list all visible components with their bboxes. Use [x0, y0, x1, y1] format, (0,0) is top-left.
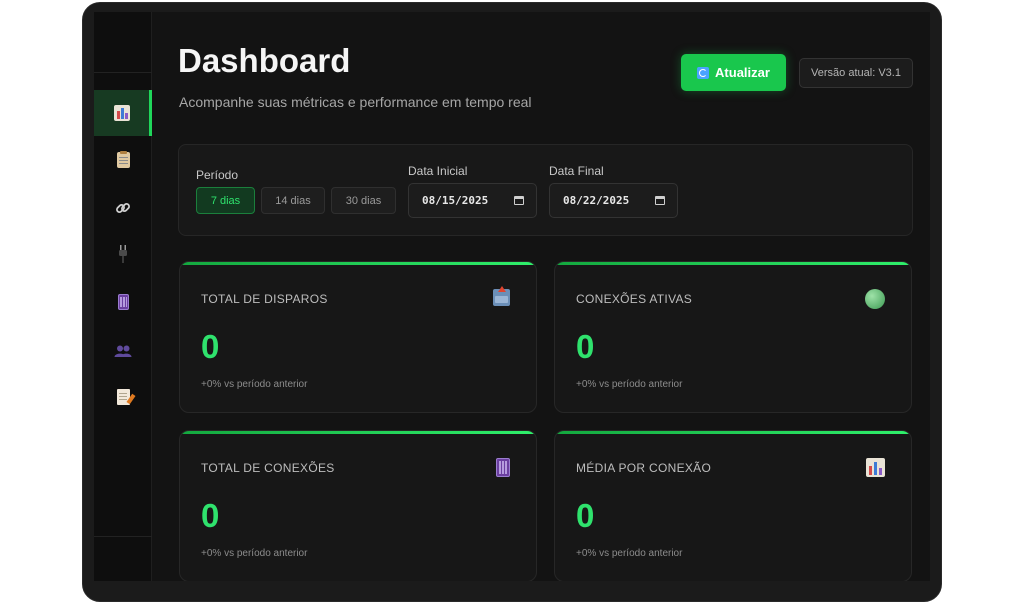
metric-note: +0% vs período anterior	[201, 379, 308, 390]
metric-label: TOTAL DE DISPAROS	[201, 292, 328, 306]
green-circle-icon	[865, 289, 885, 309]
metric-note: +0% vs período anterior	[576, 379, 683, 390]
page-subtitle: Acompanhe suas métricas e performance em…	[179, 94, 532, 110]
outbox-icon	[493, 286, 510, 306]
users-icon	[114, 345, 132, 357]
refresh-button[interactable]: Atualizar	[681, 54, 786, 91]
sidebar-divider	[94, 72, 152, 73]
period-label: Período	[196, 168, 239, 182]
sidebar-item-dashboard[interactable]	[94, 90, 152, 136]
metric-label: TOTAL DE CONEXÕES	[201, 461, 335, 475]
metric-value: 0	[576, 328, 595, 365]
calendar-icon[interactable]	[655, 196, 665, 205]
end-date-label: Data Final	[549, 164, 604, 178]
period-14-days-button[interactable]: 14 dias	[261, 187, 325, 214]
metric-card-active-connections: CONEXÕES ATIVAS 0 +0% vs período anterio…	[554, 261, 912, 413]
metric-value: 0	[201, 497, 220, 534]
start-date-value: 08/15/2025	[422, 194, 489, 207]
clipboard-icon	[116, 151, 130, 168]
metric-value: 0	[576, 497, 595, 534]
period-30-days-button[interactable]: 30 dias	[331, 187, 396, 214]
start-date-input[interactable]: 08/15/2025	[408, 183, 537, 218]
memo-icon	[116, 389, 130, 405]
metric-label: CONEXÕES ATIVAS	[576, 292, 693, 306]
end-date-value: 08/22/2025	[563, 194, 630, 207]
bar-chart-icon	[866, 458, 885, 477]
sidebar	[94, 12, 152, 581]
metric-value: 0	[201, 328, 220, 365]
phone-icon	[496, 458, 510, 477]
plug-icon	[119, 245, 127, 263]
phone-icon	[117, 294, 129, 310]
metric-label: MÉDIA POR CONEXÃO	[576, 461, 712, 475]
refresh-icon	[697, 66, 710, 79]
link-icon	[116, 203, 130, 213]
period-7-days-button[interactable]: 7 dias	[196, 187, 255, 214]
metric-card-total-dispatches: TOTAL DE DISPAROS 0 +0% vs período anter…	[179, 261, 537, 413]
sidebar-item-users[interactable]	[94, 328, 152, 374]
bar-chart-icon	[113, 105, 130, 121]
sidebar-item-logs[interactable]	[94, 374, 152, 420]
version-badge: Versão atual: V3.1	[799, 58, 913, 88]
metric-card-total-connections: TOTAL DE CONEXÕES 0 +0% vs período anter…	[179, 430, 537, 581]
metric-card-average-per-connection: MÉDIA POR CONEXÃO 0 +0% vs período anter…	[554, 430, 912, 581]
metric-note: +0% vs período anterior	[201, 548, 308, 559]
start-date-label: Data Inicial	[408, 164, 468, 178]
app-window: Dashboard Acompanhe suas métricas e perf…	[94, 12, 930, 581]
page-title: Dashboard	[178, 42, 351, 79]
sidebar-item-reports[interactable]	[94, 137, 152, 183]
metric-note: +0% vs período anterior	[576, 548, 683, 559]
calendar-icon[interactable]	[514, 196, 524, 205]
filter-panel: Período 7 dias 14 dias 30 dias Data Inic…	[178, 144, 913, 236]
sidebar-item-links[interactable]	[94, 185, 152, 231]
end-date-input[interactable]: 08/22/2025	[549, 183, 678, 218]
sidebar-item-integrations[interactable]	[94, 231, 152, 277]
refresh-button-label: Atualizar	[715, 65, 770, 80]
sidebar-item-devices[interactable]	[94, 279, 152, 325]
sidebar-divider	[94, 536, 152, 537]
